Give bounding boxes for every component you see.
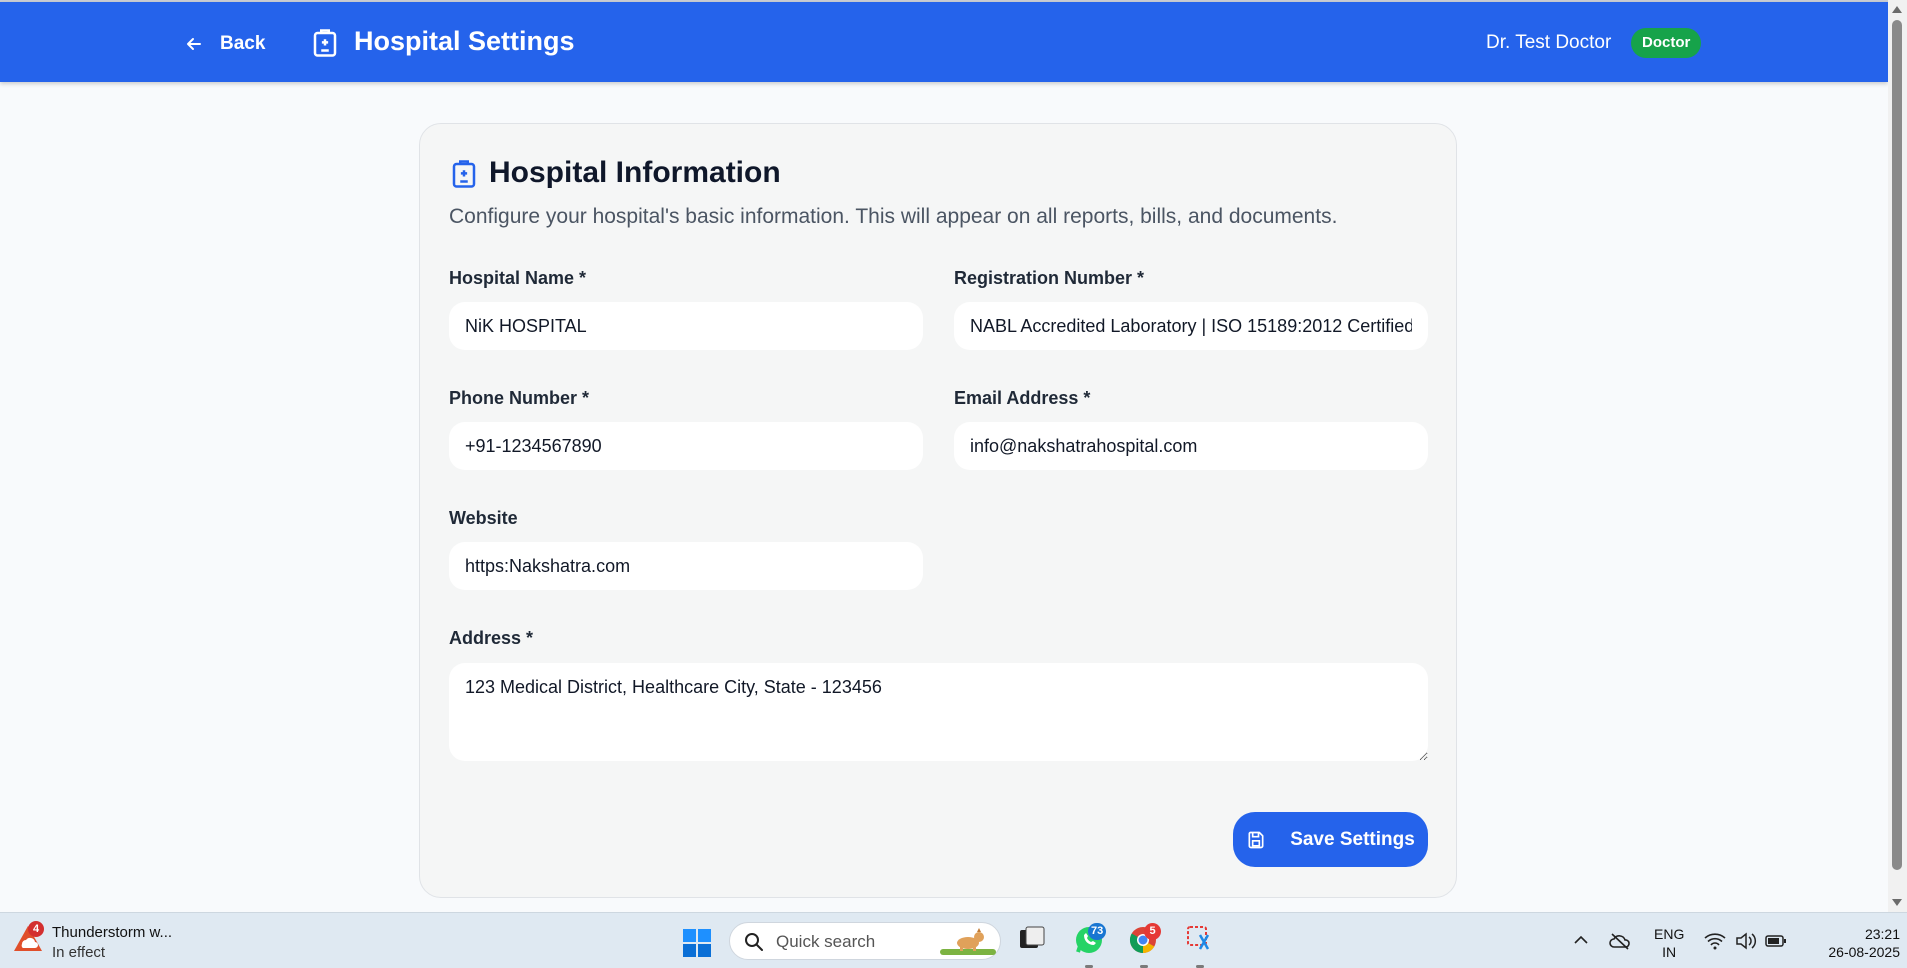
website-input[interactable] — [449, 542, 923, 590]
card-title: Hospital Information — [489, 156, 781, 189]
save-settings-button[interactable]: Save Settings — [1233, 812, 1428, 867]
region-code: IN — [1662, 944, 1677, 960]
email-address-input[interactable] — [954, 422, 1428, 470]
scroll-up-arrow-icon[interactable] — [1892, 6, 1902, 13]
clock-date: 26-08-2025 — [1828, 944, 1900, 960]
taskbar-search[interactable]: Quick search — [729, 922, 1001, 960]
volume-icon[interactable] — [1735, 932, 1757, 950]
save-icon — [1248, 831, 1264, 848]
snipping-tool-icon[interactable] — [1186, 925, 1214, 955]
card-description: Configure your hospital's basic informat… — [449, 205, 1338, 228]
search-icon — [745, 933, 763, 951]
scroll-thumb[interactable] — [1892, 20, 1902, 870]
chrome-badge: 5 — [1144, 923, 1161, 940]
weather-alert-badge: 4 — [28, 921, 44, 937]
task-view-icon[interactable] — [1018, 925, 1046, 953]
registration-number-label: Registration Number * — [954, 268, 1145, 288]
vertical-scrollbar[interactable] — [1888, 0, 1907, 912]
app-viewport: Back Hospital Settings Dr. Test Doctor D… — [0, 0, 1888, 912]
cloud-offline-icon[interactable] — [1609, 932, 1631, 950]
chevron-up-icon[interactable] — [1574, 935, 1588, 945]
whatsapp-badge: 73 — [1088, 923, 1107, 940]
email-address-label: Email Address * — [954, 388, 1091, 408]
dog-illustration-icon — [940, 928, 996, 955]
search-placeholder: Quick search — [776, 932, 876, 951]
windows-start-icon[interactable] — [682, 928, 712, 958]
hospital-icon — [452, 160, 476, 188]
system-clock[interactable]: 23:21 26-08-2025 — [1804, 925, 1900, 961]
language-code: ENG — [1654, 926, 1685, 942]
phone-number-input[interactable] — [449, 422, 923, 470]
registration-number-input[interactable] — [954, 302, 1428, 350]
hospital-info-card — [419, 123, 1457, 898]
language-indicator[interactable]: ENG IN — [1654, 925, 1684, 961]
save-settings-label: Save Settings — [1290, 828, 1415, 850]
scroll-down-arrow-icon[interactable] — [1892, 899, 1902, 906]
app-header: Back Hospital Settings Dr. Test Doctor D… — [0, 2, 1888, 82]
clock-time: 23:21 — [1864, 926, 1900, 942]
hospital-name-label: Hospital Name * — [449, 268, 587, 288]
user-name: Dr. Test Doctor — [1486, 32, 1612, 53]
role-badge: Doctor — [1631, 28, 1702, 58]
wifi-icon[interactable] — [1704, 932, 1726, 950]
back-button-label: Back — [220, 33, 266, 54]
hospital-name-input[interactable] — [449, 302, 923, 350]
phone-number-label: Phone Number * — [449, 388, 590, 408]
weather-title[interactable]: Thunderstorm w... — [52, 924, 172, 941]
back-button[interactable]: Back — [186, 24, 265, 64]
battery-icon[interactable] — [1765, 933, 1787, 949]
weather-status: In effect — [52, 944, 106, 961]
hospital-icon — [313, 29, 337, 57]
address-label: Address * — [449, 628, 534, 648]
windows-taskbar: 4 Thunderstorm w... In effect Quick sear… — [0, 912, 1907, 968]
arrow-left-icon — [187, 38, 201, 50]
page-title: Hospital Settings — [354, 26, 575, 56]
website-label: Website — [449, 508, 518, 528]
address-textarea[interactable]: 123 Medical District, Healthcare City, S… — [449, 663, 1428, 761]
